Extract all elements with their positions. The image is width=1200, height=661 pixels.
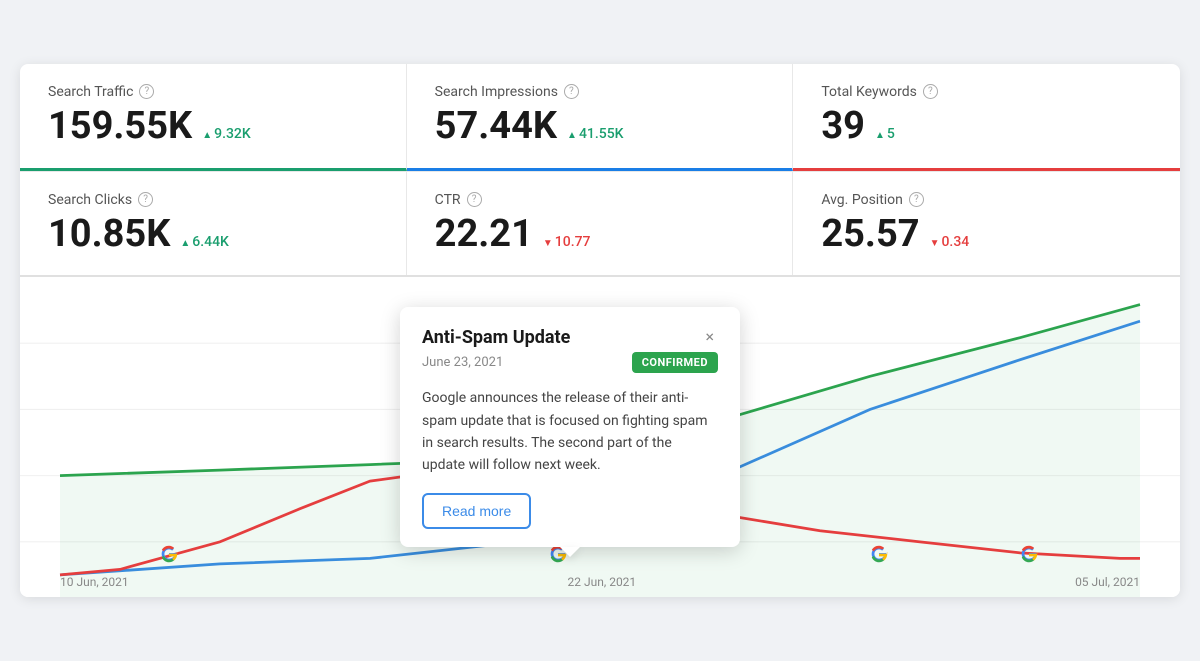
popup-anti-spam: Anti-Spam Update × June 23, 2021 CONFIRM…: [400, 307, 740, 547]
popup-body: Google announces the release of their an…: [422, 387, 718, 477]
metric-title-keywords: Total Keywords ?: [821, 84, 1152, 100]
date-label-3: 05 Jul, 2021: [1075, 575, 1140, 589]
date-label-2: 22 Jun, 2021: [568, 575, 637, 589]
metrics-row-1: Search Traffic ? 159.55K 9.32K Search Im…: [20, 64, 1180, 172]
help-icon-search-traffic[interactable]: ?: [139, 84, 154, 99]
help-icon-clicks[interactable]: ?: [138, 192, 153, 207]
metrics-row-2: Search Clicks ? 10.85K 6.44K CTR ? 22.21: [20, 172, 1180, 278]
metric-title-impressions: Search Impressions ?: [435, 84, 765, 100]
metric-total-keywords: Total Keywords ? 39 5: [793, 64, 1180, 171]
metric-value-row-traffic: 159.55K 9.32K: [48, 106, 378, 148]
metric-value-search-traffic: 159.55K: [48, 106, 192, 148]
metric-value-avg-position: 25.57: [821, 214, 919, 256]
metric-title-search-traffic: Search Traffic ?: [48, 84, 378, 100]
metric-value-row-clicks: 10.85K 6.44K: [48, 214, 378, 256]
read-more-button[interactable]: Read more: [422, 493, 531, 529]
metric-value-keywords: 39: [821, 106, 865, 148]
popup-date: June 23, 2021: [422, 355, 503, 370]
metric-ctr: CTR ? 22.21 10.77: [407, 172, 794, 276]
arrow-up-impressions: [567, 126, 577, 142]
metric-search-traffic: Search Traffic ? 159.55K 9.32K: [20, 64, 407, 171]
metric-value-row-impressions: 57.44K 41.55K: [435, 106, 765, 148]
metric-delta-ctr: 10.77: [543, 234, 591, 250]
dashboard: Search Traffic ? 159.55K 9.32K Search Im…: [20, 64, 1180, 598]
date-label-1: 10 Jun, 2021: [60, 575, 129, 589]
metric-search-clicks: Search Clicks ? 10.85K 6.44K: [20, 172, 407, 276]
help-icon-impressions[interactable]: ?: [564, 84, 579, 99]
metric-title-clicks: Search Clicks ?: [48, 192, 378, 208]
help-icon-ctr[interactable]: ?: [467, 192, 482, 207]
metric-title-avg-position: Avg. Position ?: [821, 192, 1152, 208]
popup-header: Anti-Spam Update ×: [422, 327, 718, 348]
metric-delta-avg-position: 0.34: [930, 234, 970, 250]
metric-delta-clicks: 6.44K: [180, 234, 229, 250]
metric-value-ctr: 22.21: [435, 214, 533, 256]
date-labels: 10 Jun, 2021 22 Jun, 2021 05 Jul, 2021: [20, 575, 1180, 589]
metric-avg-position: Avg. Position ? 25.57 0.34: [793, 172, 1180, 276]
help-icon-avg-position[interactable]: ?: [909, 192, 924, 207]
arrow-down-avg-position: [930, 234, 940, 250]
metric-value-row-ctr: 22.21 10.77: [435, 214, 765, 256]
metric-value-row-keywords: 39 5: [821, 106, 1152, 148]
metric-value-impressions: 57.44K: [435, 106, 557, 148]
confirmed-badge: CONFIRMED: [632, 352, 718, 373]
arrow-down-ctr: [543, 234, 553, 250]
help-icon-keywords[interactable]: ?: [923, 84, 938, 99]
popup-title: Anti-Spam Update: [422, 327, 570, 348]
metric-delta-impressions: 41.55K: [567, 126, 623, 142]
chart-area: 10 Jun, 2021 22 Jun, 2021 05 Jul, 2021: [20, 277, 1180, 597]
metric-search-impressions: Search Impressions ? 57.44K 41.55K: [407, 64, 794, 171]
google-icon-4[interactable]: [1018, 543, 1040, 565]
metric-value-clicks: 10.85K: [48, 214, 170, 256]
metric-delta-keywords: 5: [875, 126, 895, 142]
arrow-up-clicks: [180, 234, 190, 250]
arrow-up-keywords: [875, 126, 885, 142]
google-icon-1[interactable]: [158, 543, 180, 565]
popup-date-row: June 23, 2021 CONFIRMED: [422, 352, 718, 373]
arrow-up-traffic: [202, 126, 212, 142]
google-icon-3[interactable]: [868, 543, 890, 565]
popup-close-button[interactable]: ×: [701, 327, 718, 347]
metric-value-row-avg-position: 25.57 0.34: [821, 214, 1152, 256]
metric-delta-search-traffic: 9.32K: [202, 126, 251, 142]
metric-title-ctr: CTR ?: [435, 192, 765, 208]
